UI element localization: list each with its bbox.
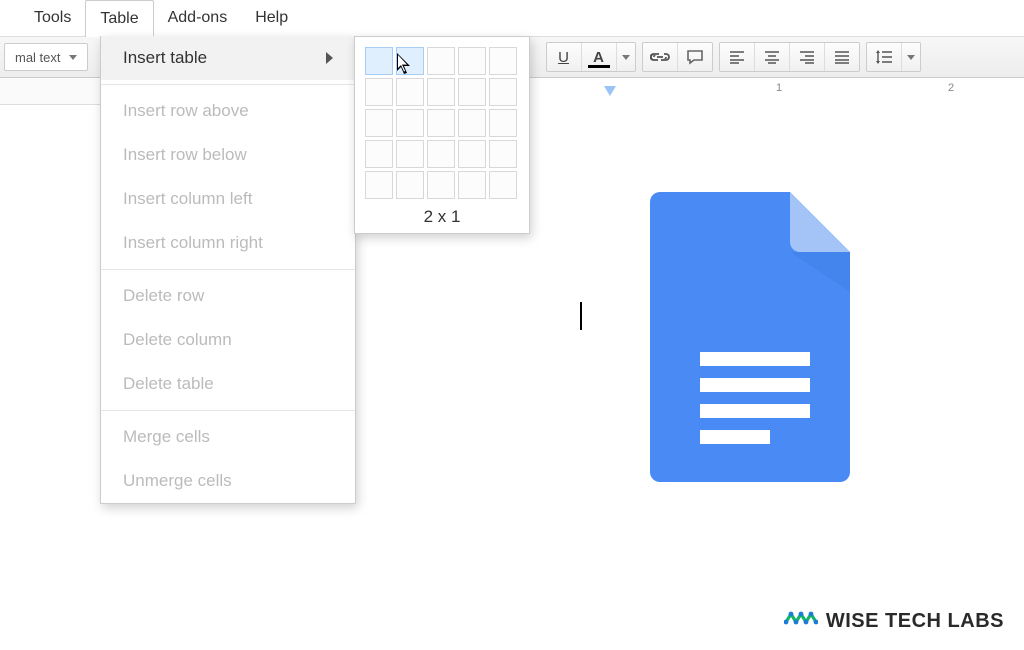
comment-icon — [686, 49, 704, 65]
paragraph-style-label: mal text — [15, 50, 61, 65]
chevron-down-icon — [69, 55, 77, 60]
menu-insert-column-right[interactable]: Insert column right — [101, 221, 355, 265]
align-left-icon — [729, 50, 745, 64]
paragraph-style-dropdown[interactable]: mal text — [4, 43, 88, 71]
align-justify-button[interactable] — [824, 43, 859, 71]
text-color-label: A — [593, 49, 604, 66]
grid-cell[interactable] — [365, 171, 393, 199]
grid-cell[interactable] — [489, 140, 517, 168]
grid-cell[interactable] — [396, 47, 424, 75]
table-dropdown: Insert table Insert row above Insert row… — [100, 36, 356, 504]
align-center-button[interactable] — [754, 43, 789, 71]
grid-cell[interactable] — [427, 140, 455, 168]
submenu-arrow-icon — [326, 52, 333, 64]
menu-help[interactable]: Help — [241, 0, 302, 36]
menu-delete-column[interactable]: Delete column — [101, 318, 355, 362]
menubar: Tools Table Add-ons Help — [0, 0, 1024, 37]
menu-insert-column-left[interactable]: Insert column left — [101, 177, 355, 221]
link-group — [642, 42, 713, 72]
text-cursor — [580, 302, 582, 330]
insert-link-button[interactable] — [643, 43, 677, 71]
line-spacing-group — [866, 42, 921, 72]
grid-cell[interactable] — [396, 78, 424, 106]
grid-cell[interactable] — [365, 47, 393, 75]
line-spacing-button[interactable] — [867, 43, 901, 71]
grid-cell[interactable] — [489, 109, 517, 137]
menu-insert-table[interactable]: Insert table — [101, 36, 355, 80]
grid-cell[interactable] — [458, 171, 486, 199]
grid-cell[interactable] — [427, 171, 455, 199]
grid-cell[interactable] — [458, 47, 486, 75]
menu-addons[interactable]: Add-ons — [154, 0, 242, 36]
grid-cell[interactable] — [365, 78, 393, 106]
align-right-button[interactable] — [789, 43, 824, 71]
menu-unmerge-cells[interactable]: Unmerge cells — [101, 459, 355, 503]
grid-cell[interactable] — [458, 140, 486, 168]
align-left-button[interactable] — [720, 43, 754, 71]
align-right-icon — [799, 50, 815, 64]
align-justify-icon — [834, 50, 850, 64]
grid-cell[interactable] — [427, 47, 455, 75]
ruler-tick-1: 1 — [776, 82, 782, 94]
menu-table[interactable]: Table — [85, 0, 153, 38]
insert-table-grid: 2 x 1 — [354, 36, 530, 234]
watermark-text: WISE TECH LABS — [826, 610, 1004, 633]
line-spacing-chevron[interactable] — [901, 43, 920, 71]
menu-tools[interactable]: Tools — [20, 0, 85, 36]
table-size-grid[interactable] — [365, 47, 519, 199]
align-center-icon — [764, 50, 780, 64]
grid-cell[interactable] — [489, 78, 517, 106]
insert-comment-button[interactable] — [677, 43, 712, 71]
grid-cell[interactable] — [396, 109, 424, 137]
grid-cell[interactable] — [365, 109, 393, 137]
google-docs-icon — [640, 192, 870, 492]
wisetechlabs-logo-icon — [784, 606, 818, 636]
table-size-label: 2 x 1 — [365, 207, 519, 227]
underline-button[interactable]: U — [547, 43, 581, 71]
line-spacing-icon — [875, 49, 893, 65]
menu-delete-row[interactable]: Delete row — [101, 274, 355, 318]
menu-insert-row-above[interactable]: Insert row above — [101, 89, 355, 133]
text-color-chevron[interactable] — [616, 43, 635, 71]
watermark: WISE TECH LABS — [784, 606, 1004, 636]
menu-merge-cells[interactable]: Merge cells — [101, 415, 355, 459]
text-format-group: U A — [546, 42, 636, 72]
grid-cell[interactable] — [396, 171, 424, 199]
grid-cell[interactable] — [365, 140, 393, 168]
grid-cell[interactable] — [427, 78, 455, 106]
text-color-button[interactable]: A — [581, 43, 616, 71]
link-icon — [650, 51, 670, 63]
grid-cell[interactable] — [458, 109, 486, 137]
grid-cell[interactable] — [427, 109, 455, 137]
ruler-indent-marker[interactable] — [604, 86, 616, 96]
grid-cell[interactable] — [458, 78, 486, 106]
menu-delete-table[interactable]: Delete table — [101, 362, 355, 406]
grid-cell[interactable] — [489, 47, 517, 75]
menu-insert-row-below[interactable]: Insert row below — [101, 133, 355, 177]
ruler-tick-2: 2 — [948, 82, 954, 94]
grid-cell[interactable] — [489, 171, 517, 199]
menu-insert-table-label: Insert table — [123, 48, 207, 68]
align-group — [719, 42, 860, 72]
grid-cell[interactable] — [396, 140, 424, 168]
